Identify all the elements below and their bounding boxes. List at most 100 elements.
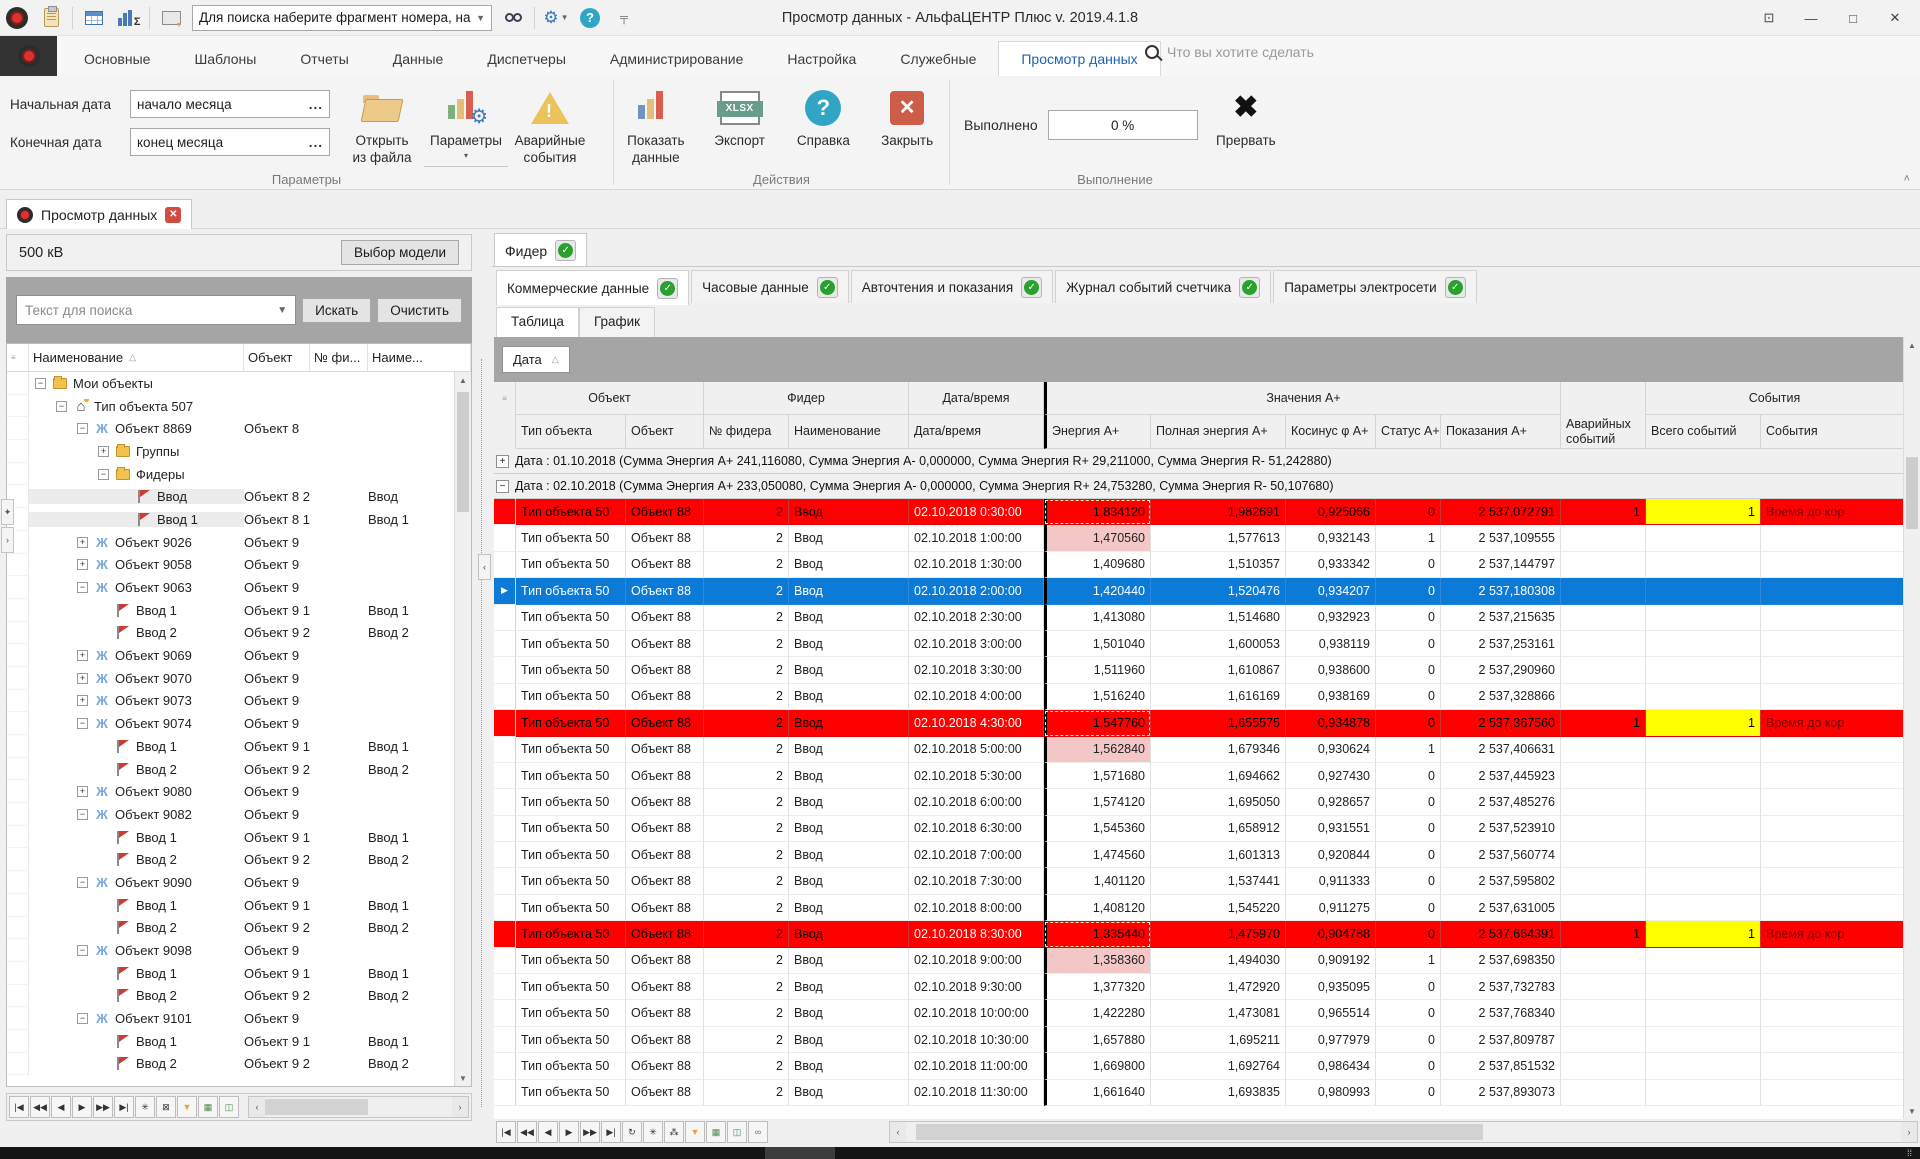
table-row[interactable]: Тип объекта 50Объект 882Ввод02.10.2018 1…	[494, 1053, 1903, 1079]
table-row[interactable]: ▶Тип объекта 50Объект 882Ввод02.10.2018 …	[494, 578, 1903, 604]
tree-row[interactable]: −ЖОбъект 9074Объект 9	[7, 712, 454, 735]
table-row[interactable]: Тип объекта 50Объект 882Ввод02.10.2018 3…	[494, 657, 1903, 683]
tree-pager-button-7[interactable]: ✳	[135, 1096, 155, 1118]
table-pager-button-9[interactable]: ⁂	[664, 1121, 684, 1143]
table-pager-button-8[interactable]: ✳	[643, 1121, 663, 1143]
ribbon-tab-Отчеты[interactable]: Отчеты	[278, 42, 370, 76]
tree-vertical-scrollbar[interactable]: ▲ ▼	[454, 372, 471, 1086]
tree-row[interactable]: Ввод 1Объект 9 1Ввод 1	[7, 826, 454, 849]
table-pager-button-11[interactable]: ▦	[706, 1121, 726, 1143]
tree-pager-button-1[interactable]: |◀	[9, 1096, 29, 1118]
scrollbar-thumb[interactable]	[1906, 457, 1918, 529]
scroll-up-icon[interactable]: ▲	[455, 372, 471, 388]
collapse-ribbon-icon[interactable]: ˄	[1904, 173, 1910, 185]
tree-search-input[interactable]: Текст для поиска ▼	[16, 295, 296, 325]
column-header-5[interactable]: Дата/время	[909, 415, 1044, 449]
scroll-left-icon[interactable]: ‹	[249, 1102, 265, 1112]
tree-row[interactable]: +ЖОбъект 9069Объект 9	[7, 644, 454, 667]
scroll-track[interactable]	[906, 1122, 1901, 1142]
scroll-left-icon[interactable]: ‹	[890, 1127, 906, 1137]
tree-pager-button-8[interactable]: ⊠	[156, 1096, 176, 1118]
feeder-tab[interactable]: Фидер ✓	[494, 233, 587, 267]
table-row[interactable]: Тип объекта 50Объект 882Ввод02.10.2018 9…	[494, 974, 1903, 1000]
column-header-4[interactable]: Наименование	[789, 415, 909, 449]
table-row[interactable]: Тип объекта 50Объект 882Ввод02.10.2018 7…	[494, 868, 1903, 894]
tree-pager-button-4[interactable]: ▶	[72, 1096, 92, 1118]
start-date-input[interactable]: начало месяца ...	[130, 90, 330, 118]
table-row[interactable]: Тип объекта 50Объект 882Ввод02.10.2018 4…	[494, 710, 1903, 736]
clipboard-icon[interactable]	[36, 4, 66, 32]
tab-Журнал событий счетчика[interactable]: Журнал событий счетчика✓	[1055, 270, 1271, 303]
tree-row[interactable]: −ЖОбъект 9101Объект 9	[7, 1007, 454, 1030]
tree-row[interactable]: Ввод 1Объект 9 1Ввод 1	[7, 599, 454, 622]
tree-pager-button-11[interactable]: ◫	[219, 1096, 239, 1118]
tree-column-header-3[interactable]: № фи...	[310, 344, 368, 371]
filter-card-icon[interactable]	[156, 4, 186, 32]
table-row[interactable]: Тип объекта 50Объект 882Ввод02.10.2018 8…	[494, 895, 1903, 921]
column-header-12[interactable]: Всего событий	[1646, 415, 1761, 449]
tree-pager-button-3[interactable]: ◀	[51, 1096, 71, 1118]
tree-expander-collapse[interactable]: −	[77, 1013, 88, 1024]
tree-expander-expand[interactable]: +	[98, 446, 109, 457]
column-header-1[interactable]: Тип объекта	[516, 415, 626, 449]
end-date-more-button[interactable]: ...	[309, 135, 323, 150]
group-expander-expand[interactable]: +	[496, 455, 509, 468]
table-row[interactable]: Тип объекта 50Объект 882Ввод02.10.2018 3…	[494, 631, 1903, 657]
tree-expander-collapse[interactable]: −	[77, 877, 88, 888]
help-button[interactable]: ? Справка	[782, 84, 866, 167]
close-button[interactable]: ✕ Закрыть	[865, 84, 949, 167]
tree-column-header-4[interactable]: Наиме...	[368, 344, 471, 371]
tree-row[interactable]: −⌂Тип объекта 507	[7, 395, 454, 418]
tree-row[interactable]: −ЖОбъект 9098Объект 9	[7, 939, 454, 962]
tree-expander-collapse[interactable]: −	[77, 423, 88, 434]
ribbon-tab-Служебные[interactable]: Служебные	[878, 42, 998, 76]
tree-expander-collapse[interactable]: −	[77, 809, 88, 820]
alarm-events-button[interactable]: Аварийныесобытия	[508, 84, 592, 167]
tab-Авточтения и показания[interactable]: Авточтения и показания✓	[851, 270, 1053, 303]
parameters-button[interactable]: ⚙ Параметры ▾	[424, 84, 508, 167]
tree-expander-collapse[interactable]: −	[77, 945, 88, 956]
table-horizontal-scrollbar[interactable]: ‹›	[889, 1121, 1918, 1143]
tree-pager-button-10[interactable]: ▦	[198, 1096, 218, 1118]
table-vertical-scrollbar[interactable]: ▲ ▼	[1903, 337, 1920, 1119]
table-row[interactable]: Тип объекта 50Объект 882Ввод02.10.2018 4…	[494, 684, 1903, 710]
tree-expander-expand[interactable]: +	[77, 559, 88, 570]
tree-column-header-1[interactable]: Наименование△	[29, 344, 244, 371]
column-header-10[interactable]: Показания A+	[1441, 415, 1561, 449]
scroll-down-icon[interactable]: ▼	[1904, 1103, 1920, 1119]
tree-expander-expand[interactable]: +	[77, 673, 88, 684]
table-pager-button-13[interactable]: ∞	[748, 1121, 768, 1143]
scroll-down-icon[interactable]: ▼	[455, 1070, 471, 1086]
table-row[interactable]: Тип объекта 50Объект 882Ввод02.10.2018 9…	[494, 948, 1903, 974]
tree-row[interactable]: Ввод 1Объект 9 1Ввод 1	[7, 735, 454, 758]
chart-sum-icon[interactable]: Σ	[113, 4, 143, 32]
table-row[interactable]: Тип объекта 50Объект 882Ввод02.10.2018 1…	[494, 1027, 1903, 1053]
tree-expander-expand[interactable]: +	[77, 537, 88, 548]
band1-header-alarm[interactable]	[1561, 382, 1646, 415]
tree-row[interactable]: Ввод 2Объект 9 2Ввод 2	[7, 917, 454, 940]
table-pager-button-5[interactable]: ▶▶	[580, 1121, 600, 1143]
table-pager-button-1[interactable]: |◀	[496, 1121, 516, 1143]
taskbar-app-segment[interactable]	[765, 1147, 835, 1159]
scrollbar-thumb[interactable]	[916, 1124, 1483, 1140]
band1-header-Значения A+[interactable]: Значения A+	[1044, 382, 1561, 415]
search-button[interactable]: Искать	[302, 298, 371, 323]
tree-expander-collapse[interactable]: −	[35, 378, 46, 389]
tree-row[interactable]: +ЖОбъект 9070Объект 9	[7, 667, 454, 690]
select-model-button[interactable]: Выбор модели	[341, 240, 459, 265]
table-row[interactable]: Тип объекта 50Объект 882Ввод02.10.2018 5…	[494, 763, 1903, 789]
table-row[interactable]: Тип объекта 50Объект 882Ввод02.10.2018 6…	[494, 816, 1903, 842]
collapse-panel-icon[interactable]: ‹	[478, 554, 491, 580]
tree-row[interactable]: +ЖОбъект 9080Объект 9	[7, 780, 454, 803]
scrollbar-thumb[interactable]	[265, 1099, 368, 1115]
table-row[interactable]: Тип объекта 50Объект 882Ввод02.10.2018 8…	[494, 921, 1903, 947]
table-row[interactable]: Тип объекта 50Объект 882Ввод02.10.2018 2…	[494, 605, 1903, 631]
dock-arrow-button[interactable]: ›	[1, 527, 14, 553]
tree-row[interactable]: +ЖОбъект 9058Объект 9	[7, 554, 454, 577]
table-row[interactable]: Тип объекта 50Объект 882Ввод02.10.2018 1…	[494, 1080, 1903, 1106]
end-date-input[interactable]: конец месяца ...	[130, 128, 330, 156]
tree-row[interactable]: −ЖОбъект 8869Объект 8	[7, 417, 454, 440]
document-tab[interactable]: Просмотр данных ✕	[6, 199, 192, 229]
table-pager-button-4[interactable]: ▶	[559, 1121, 579, 1143]
tree-row[interactable]: Ввод 2Объект 9 2Ввод 2	[7, 985, 454, 1008]
